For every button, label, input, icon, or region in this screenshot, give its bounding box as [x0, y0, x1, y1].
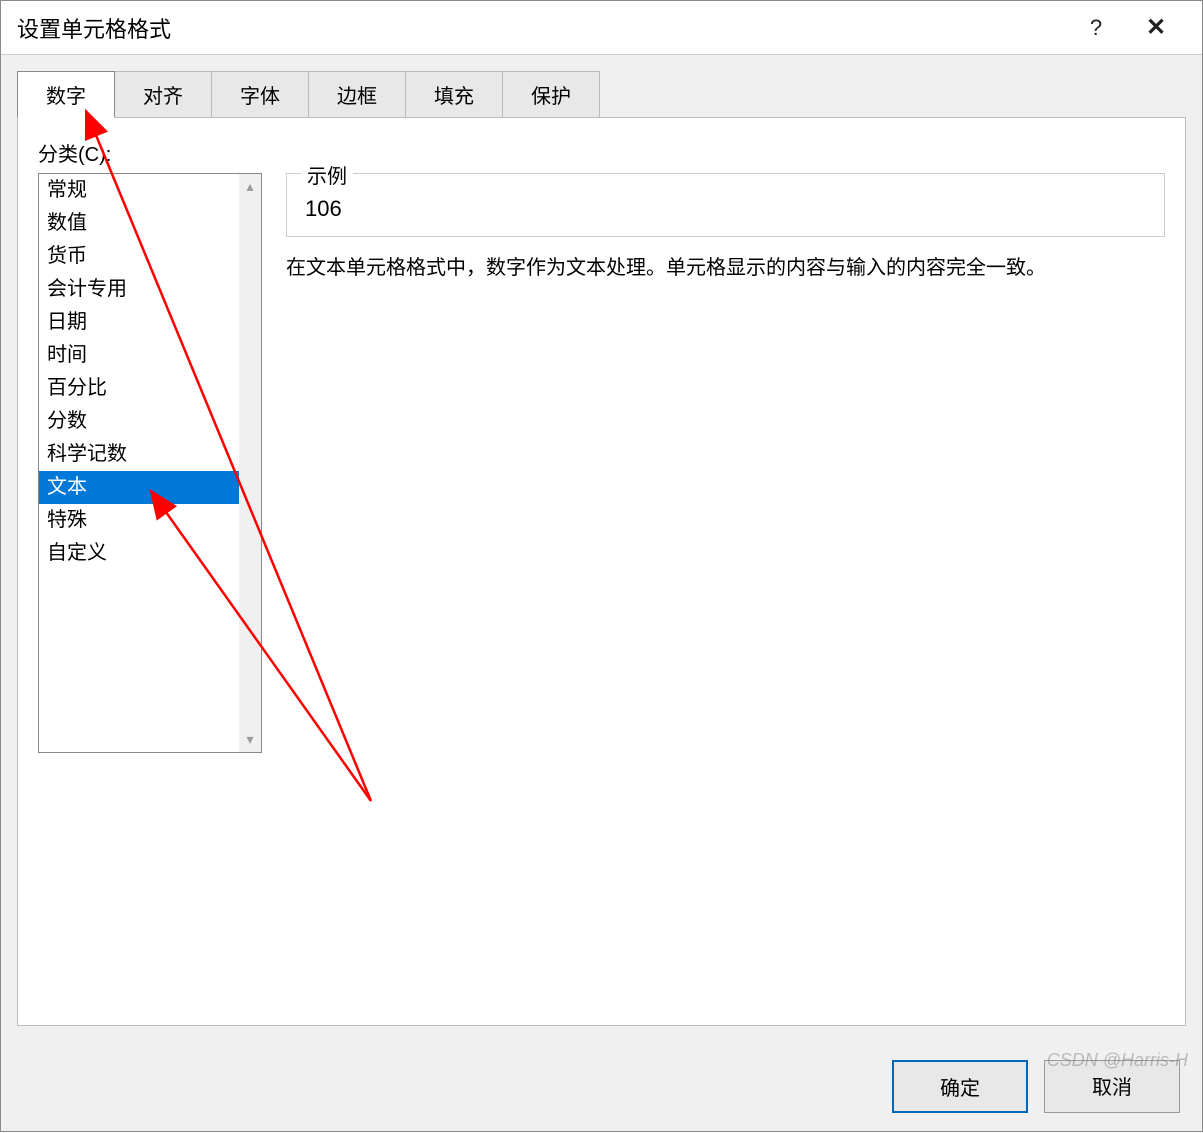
category-label: 分类(C): [38, 138, 1165, 167]
scroll-down-icon: ▾ [246, 727, 253, 752]
category-item-time[interactable]: 时间 [39, 339, 261, 372]
scrollbar[interactable]: ▴ ▾ [239, 174, 261, 752]
tab-alignment[interactable]: 对齐 [114, 71, 212, 118]
tab-font[interactable]: 字体 [211, 71, 309, 118]
help-icon: ? [1090, 15, 1102, 41]
main-row: 常规 数值 货币 会计专用 日期 时间 百分比 分数 科学记数 文本 特殊 自定… [38, 173, 1165, 1005]
tab-protection[interactable]: 保护 [502, 71, 600, 118]
tab-bar: 数字 对齐 字体 边框 填充 保护 [1, 55, 1202, 118]
category-item-number[interactable]: 数值 [39, 207, 261, 240]
sample-value: 106 [305, 186, 1146, 222]
category-list[interactable]: 常规 数值 货币 会计专用 日期 时间 百分比 分数 科学记数 文本 特殊 自定… [38, 173, 262, 753]
sample-label: 示例 [301, 160, 353, 189]
sample-box: 示例 106 [286, 173, 1165, 237]
tab-border[interactable]: 边框 [308, 71, 406, 118]
dialog-body: 数字 对齐 字体 边框 填充 保护 分类(C): 常规 数值 货币 会计专用 日… [1, 55, 1202, 1131]
close-icon: ✕ [1146, 13, 1166, 42]
button-row: 确定 取消 [1, 1042, 1202, 1131]
format-description: 在文本单元格格式中，数字作为文本处理。单元格显示的内容与输入的内容完全一致。 [286, 253, 1165, 283]
ok-button[interactable]: 确定 [892, 1060, 1028, 1113]
category-item-scientific[interactable]: 科学记数 [39, 438, 261, 471]
dialog-title: 设置单元格格式 [17, 12, 1066, 44]
tab-fill[interactable]: 填充 [405, 71, 503, 118]
scroll-up-icon: ▴ [246, 174, 253, 199]
right-panel: 示例 106 在文本单元格格式中，数字作为文本处理。单元格显示的内容与输入的内容… [286, 173, 1165, 1005]
category-item-custom[interactable]: 自定义 [39, 537, 261, 570]
category-item-date[interactable]: 日期 [39, 306, 261, 339]
help-button[interactable]: ? [1066, 1, 1126, 55]
category-item-text[interactable]: 文本 [39, 471, 261, 504]
close-button[interactable]: ✕ [1126, 1, 1186, 55]
cancel-button[interactable]: 取消 [1044, 1060, 1180, 1113]
titlebar: 设置单元格格式 ? ✕ [1, 1, 1202, 55]
category-item-fraction[interactable]: 分数 [39, 405, 261, 438]
tab-number[interactable]: 数字 [17, 71, 115, 118]
category-item-accounting[interactable]: 会计专用 [39, 273, 261, 306]
category-item-percentage[interactable]: 百分比 [39, 372, 261, 405]
category-item-general[interactable]: 常规 [39, 174, 261, 207]
category-item-currency[interactable]: 货币 [39, 240, 261, 273]
category-item-special[interactable]: 特殊 [39, 504, 261, 537]
tab-content-number: 分类(C): 常规 数值 货币 会计专用 日期 时间 百分比 分数 科学记数 文… [17, 117, 1186, 1026]
